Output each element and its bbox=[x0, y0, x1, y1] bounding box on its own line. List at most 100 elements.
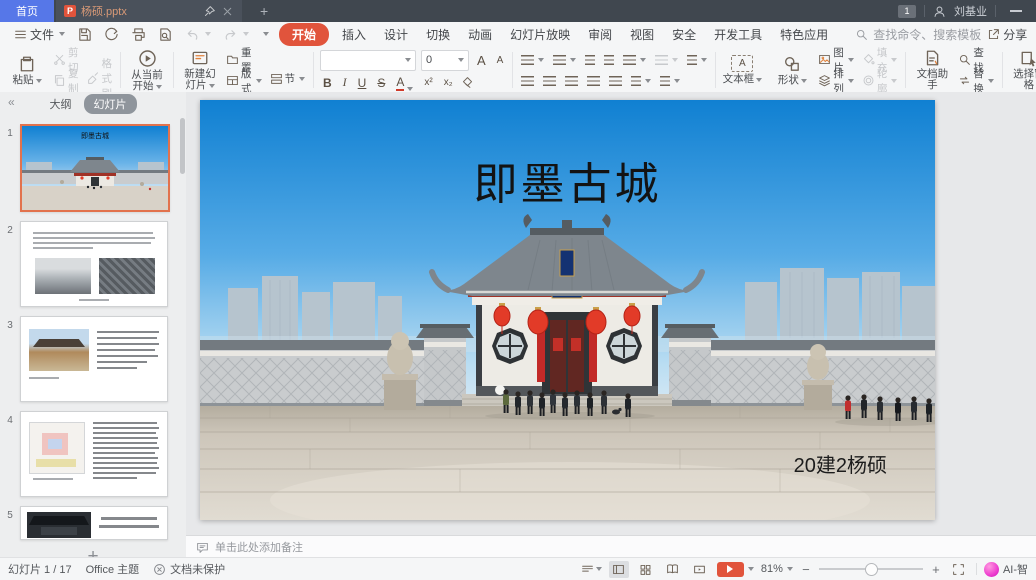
tab-special-apps[interactable]: 特色应用 bbox=[771, 23, 837, 46]
para-more-button[interactable] bbox=[658, 72, 682, 89]
share-button[interactable]: 分享 bbox=[981, 26, 1033, 43]
ai-assistant-button[interactable]: AI-智 bbox=[984, 561, 1028, 577]
hamburger-icon bbox=[14, 28, 27, 41]
decrease-indent-button[interactable] bbox=[583, 51, 597, 68]
redo-button[interactable] bbox=[217, 27, 255, 42]
text-direction-button[interactable] bbox=[653, 51, 680, 68]
zoom-in-button[interactable]: + bbox=[930, 562, 942, 577]
slides-tab[interactable]: 幻灯片 bbox=[84, 94, 137, 114]
tab-animation[interactable]: 动画 bbox=[459, 23, 501, 46]
slide-thumbnail-1[interactable]: 即墨古城 bbox=[20, 124, 170, 212]
new-slide-button[interactable]: 新建幻灯片 bbox=[180, 49, 220, 91]
slide-thumbnail-2[interactable] bbox=[20, 221, 168, 307]
slide-thumbnail-5[interactable] bbox=[20, 506, 168, 540]
panel-scrollbar[interactable] bbox=[180, 118, 185, 174]
export-pdf-button[interactable] bbox=[98, 27, 125, 42]
selection-pane-button[interactable]: 选择窗格 bbox=[1009, 49, 1036, 91]
slide-author-text[interactable]: 20建2杨硕 bbox=[794, 449, 887, 478]
line-spacing-button[interactable] bbox=[621, 51, 648, 68]
superscript-button[interactable]: x² bbox=[421, 77, 435, 88]
underline-button[interactable]: U bbox=[355, 76, 370, 90]
quickbar-customize-button[interactable] bbox=[255, 32, 275, 36]
new-tab-button[interactable]: + bbox=[254, 3, 274, 19]
minimize-button[interactable] bbox=[1010, 10, 1022, 12]
align-right-button[interactable] bbox=[563, 72, 580, 89]
italic-button[interactable]: I bbox=[340, 75, 350, 90]
zoom-out-button[interactable]: − bbox=[800, 562, 812, 577]
textbox-button[interactable]: A 文本框 bbox=[722, 49, 762, 91]
distribute-button[interactable] bbox=[607, 72, 624, 89]
slideshow-play-button[interactable] bbox=[717, 562, 754, 577]
slide-sorter-button[interactable] bbox=[636, 561, 656, 578]
tab-insert[interactable]: 插入 bbox=[333, 23, 375, 46]
tab-security[interactable]: 安全 bbox=[663, 23, 705, 46]
decrease-font-button[interactable]: A bbox=[494, 55, 507, 66]
columns-button[interactable] bbox=[685, 51, 709, 68]
reading-view-button[interactable] bbox=[663, 561, 683, 578]
theme-name[interactable]: Office 主题 bbox=[86, 561, 140, 577]
fit-slide-button[interactable] bbox=[949, 561, 969, 578]
tab-review[interactable]: 审阅 bbox=[579, 23, 621, 46]
justify-button[interactable] bbox=[585, 72, 602, 89]
pin-icon[interactable] bbox=[203, 5, 216, 18]
notification-badge[interactable]: 1 bbox=[898, 5, 916, 18]
format-painter-button[interactable]: 格式刷 bbox=[85, 70, 115, 87]
zoom-slider[interactable] bbox=[819, 568, 923, 570]
outline-tab[interactable]: 大纲 bbox=[50, 96, 72, 112]
section-button[interactable]: 节 bbox=[268, 70, 308, 87]
tab-devtools[interactable]: 开发工具 bbox=[705, 23, 771, 46]
collapse-panel-button[interactable]: « bbox=[8, 95, 15, 109]
copy-button[interactable]: 复制 bbox=[51, 72, 81, 89]
presenter-view-button[interactable] bbox=[690, 561, 710, 578]
strikethrough-button[interactable]: S bbox=[374, 76, 388, 90]
font-family-combo[interactable] bbox=[320, 50, 416, 71]
align-left-button[interactable] bbox=[519, 72, 536, 89]
subscript-button[interactable]: x₂ bbox=[441, 77, 456, 88]
save-button[interactable] bbox=[71, 27, 98, 42]
close-tab-icon[interactable] bbox=[221, 5, 234, 18]
slide-title[interactable]: 即墨古城 bbox=[200, 148, 935, 212]
print-preview-button[interactable] bbox=[152, 27, 179, 42]
username[interactable]: 刘基业 bbox=[954, 3, 987, 19]
zoom-level-button[interactable]: 81% bbox=[761, 563, 793, 575]
layout-button[interactable]: 版式 bbox=[224, 72, 264, 89]
outline-button[interactable]: 轮廓 bbox=[860, 72, 900, 89]
paste-button[interactable]: 粘贴 bbox=[7, 49, 47, 91]
command-search[interactable]: 查找命令、搜索模板 bbox=[855, 26, 981, 43]
replace-button[interactable]: 替换 bbox=[956, 72, 996, 89]
thumbnail-5-photo bbox=[27, 512, 91, 538]
tab-slideshow[interactable]: 幻灯片放映 bbox=[501, 23, 579, 46]
doc-assistant-button[interactable]: 文档助手 bbox=[912, 49, 952, 91]
increase-indent-button[interactable] bbox=[602, 51, 616, 68]
align-center-button[interactable] bbox=[541, 72, 558, 89]
clear-format-icon[interactable] bbox=[461, 76, 474, 89]
protection-status[interactable]: 文档未保护 bbox=[153, 561, 225, 577]
bold-button[interactable]: B bbox=[320, 76, 335, 90]
numbered-list-button[interactable] bbox=[551, 51, 578, 68]
undo-button[interactable] bbox=[179, 27, 217, 42]
para-spacing-button[interactable] bbox=[629, 72, 653, 89]
font-size-combo[interactable]: 0 bbox=[421, 50, 469, 71]
notes-toggle-button[interactable] bbox=[581, 563, 602, 576]
home-tab[interactable]: 首页 bbox=[0, 0, 54, 22]
thumbnail-row-2: 2 bbox=[0, 221, 180, 307]
play-from-current-button[interactable]: 从当前开始 bbox=[127, 49, 167, 91]
font-color-button[interactable]: A bbox=[393, 75, 416, 91]
notes-bar[interactable]: 单击此处添加备注 bbox=[186, 535, 1036, 558]
slide-canvas[interactable]: 即墨古城 20建2杨硕 bbox=[200, 100, 935, 520]
tab-view[interactable]: 视图 bbox=[621, 23, 663, 46]
file-menu[interactable]: 文件 bbox=[8, 26, 71, 43]
shapes-button[interactable]: 形状 bbox=[772, 49, 812, 91]
slide-thumbnail-3[interactable] bbox=[20, 316, 168, 402]
arrange-button[interactable]: 排列 bbox=[816, 72, 856, 89]
slide-thumbnail-4[interactable] bbox=[20, 411, 168, 497]
increase-font-button[interactable]: A bbox=[474, 53, 489, 68]
bullet-list-button[interactable] bbox=[519, 51, 546, 68]
normal-view-button[interactable] bbox=[609, 561, 629, 578]
tab-home-ribbon[interactable]: 开始 bbox=[279, 23, 329, 46]
print-button[interactable] bbox=[125, 27, 152, 42]
tab-transition[interactable]: 切换 bbox=[417, 23, 459, 46]
tab-design[interactable]: 设计 bbox=[375, 23, 417, 46]
zoom-slider-knob[interactable] bbox=[865, 563, 878, 576]
document-tab[interactable]: P 杨硕.pptx bbox=[56, 0, 242, 22]
